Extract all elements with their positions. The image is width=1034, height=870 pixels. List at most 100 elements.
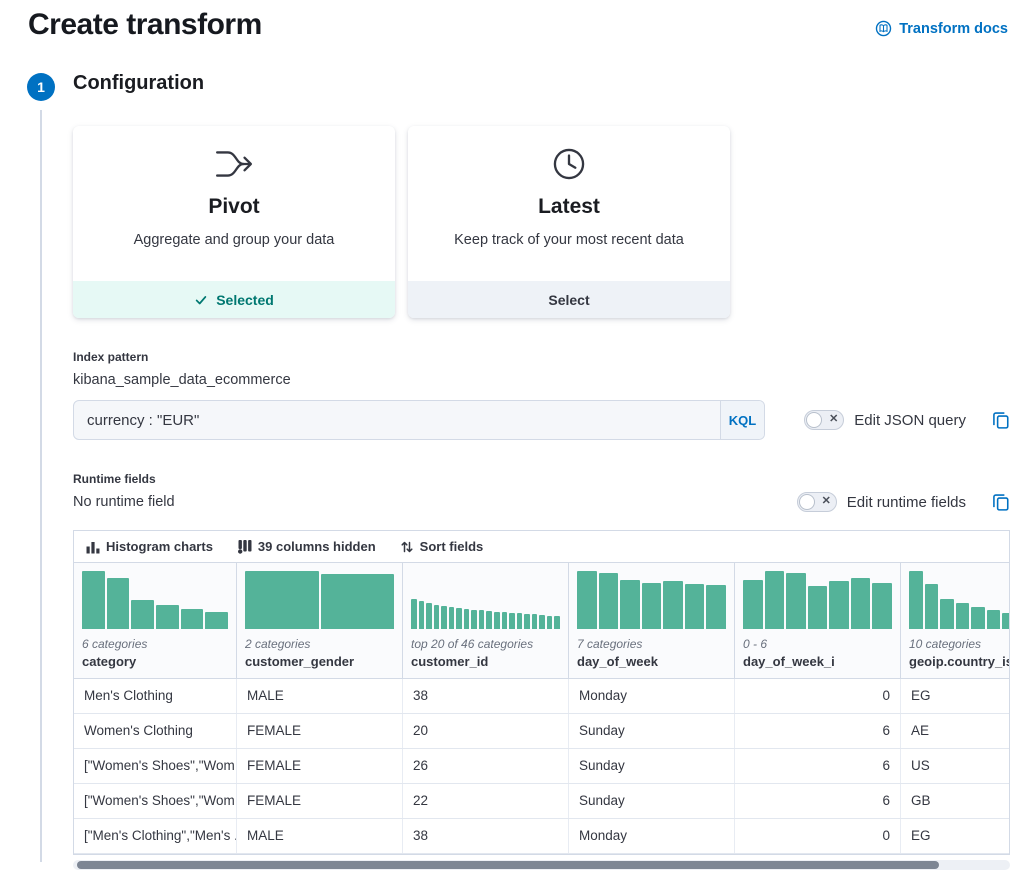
edit-json-query-toggle[interactable]: ✕: [804, 410, 844, 430]
histogram-bar: [706, 585, 726, 629]
documentation-icon: [875, 20, 892, 37]
table-cell[interactable]: ["Men's Clothing","Men's ...: [74, 819, 237, 853]
copy-icon[interactable]: [992, 493, 1010, 511]
clock-icon: [551, 146, 587, 187]
histogram-bar: [599, 573, 619, 629]
histogram-bar: [539, 615, 545, 629]
grid-header: 6 categoriescategory2 categoriescustomer…: [74, 563, 1010, 679]
histogram-bar: [441, 606, 447, 629]
column-caption: 2 categories: [245, 637, 394, 651]
column-caption: 6 categories: [82, 637, 228, 651]
columns-hidden-button[interactable]: 39 columns hidden: [237, 539, 376, 554]
column-name: day_of_week: [577, 654, 726, 669]
histogram-bar: [547, 616, 553, 629]
table-cell[interactable]: EG: [901, 679, 1010, 713]
histogram-bar: [532, 614, 538, 629]
histogram-bar: [685, 584, 705, 629]
pivot-card[interactable]: Pivot Aggregate and group your data Sele…: [73, 126, 395, 318]
histogram-bar: [517, 613, 523, 629]
data-grid-toolbar: Histogram charts 39 columns hidden: [74, 531, 1009, 563]
histogram-bar: [577, 571, 597, 629]
kql-search-input[interactable]: currency : "EUR" KQL: [73, 400, 765, 440]
table-cell[interactable]: AE: [901, 714, 1010, 748]
histogram-bar: [940, 599, 954, 629]
sort-fields-button[interactable]: Sort fields: [400, 539, 484, 554]
histogram-bar: [456, 608, 462, 629]
histogram-bar: [245, 571, 319, 629]
columns-hidden-label: 39 columns hidden: [258, 539, 376, 554]
sort-icon: [400, 540, 414, 554]
histogram-bar: [181, 609, 204, 629]
table-cell[interactable]: 0: [735, 679, 901, 713]
query-text: currency : "EUR": [74, 401, 720, 439]
column-caption: 10 categories: [909, 637, 1010, 651]
table-cell[interactable]: 6: [735, 784, 901, 818]
scrollbar-thumb[interactable]: [77, 861, 939, 869]
histogram-bar: [765, 571, 785, 629]
configuration-step-content: Pivot Aggregate and group your data Sele…: [73, 126, 1010, 870]
step-connector-line: [40, 110, 42, 862]
table-cell[interactable]: 6: [735, 714, 901, 748]
grid-body: Men's ClothingMALE38Monday0EGWomen's Clo…: [74, 679, 1010, 854]
histogram-bar: [464, 609, 470, 629]
column-caption: 0 - 6: [743, 637, 892, 651]
table-cell[interactable]: 20: [403, 714, 569, 748]
pivot-card-body: Pivot Aggregate and group your data: [73, 126, 395, 281]
kql-language-button[interactable]: KQL: [720, 401, 764, 439]
table-cell[interactable]: 38: [403, 819, 569, 853]
histogram-bar: [925, 584, 939, 629]
table-cell[interactable]: FEMALE: [237, 714, 403, 748]
table-cell[interactable]: ["Women's Shoes","Wom...: [74, 784, 237, 818]
table-cell[interactable]: 38: [403, 679, 569, 713]
histogram-bar: [872, 583, 892, 629]
table-cell[interactable]: ["Women's Shoes","Wom...: [74, 749, 237, 783]
table-cell[interactable]: GB: [901, 784, 1010, 818]
table-row: Men's ClothingMALE38Monday0EG: [74, 679, 1010, 714]
table-cell[interactable]: Monday: [569, 819, 735, 853]
table-cell[interactable]: 0: [735, 819, 901, 853]
table-cell[interactable]: MALE: [237, 679, 403, 713]
histogram-bar: [205, 612, 228, 629]
table-cell[interactable]: Sunday: [569, 749, 735, 783]
table-row: ["Men's Clothing","Men's ...MALE38Monday…: [74, 819, 1010, 854]
table-cell[interactable]: US: [901, 749, 1010, 783]
column-header-day_of_week[interactable]: 7 categoriesday_of_week: [569, 563, 735, 678]
histogram-customer_gender: [245, 571, 394, 629]
latest-select-button[interactable]: Select: [408, 281, 730, 318]
table-cell[interactable]: EG: [901, 819, 1010, 853]
table-cell[interactable]: FEMALE: [237, 784, 403, 818]
column-header-day_of_week_i[interactable]: 0 - 6day_of_week_i: [735, 563, 901, 678]
histogram-bar: [987, 610, 1001, 629]
toggle-off-x-icon: ✕: [829, 414, 838, 425]
latest-card-subtitle: Keep track of your most recent data: [454, 232, 684, 248]
column-header-geoip.country_iso_[interactable]: 10 categoriesgeoip.country_iso_: [901, 563, 1010, 678]
table-cell[interactable]: Men's Clothing: [74, 679, 237, 713]
histogram-bar: [786, 573, 806, 629]
table-cell[interactable]: Women's Clothing: [74, 714, 237, 748]
column-header-customer_id[interactable]: top 20 of 46 categoriescustomer_id: [403, 563, 569, 678]
transform-docs-link[interactable]: Transform docs: [875, 20, 1008, 37]
histogram-bar: [321, 574, 395, 629]
table-cell[interactable]: FEMALE: [237, 749, 403, 783]
table-cell[interactable]: Sunday: [569, 784, 735, 818]
edit-runtime-fields-toggle[interactable]: ✕: [797, 492, 837, 512]
column-header-category[interactable]: 6 categoriescategory: [74, 563, 237, 678]
table-cell[interactable]: Monday: [569, 679, 735, 713]
table-cell[interactable]: 6: [735, 749, 901, 783]
histogram-charts-button[interactable]: Histogram charts: [86, 539, 213, 554]
table-cell[interactable]: MALE: [237, 819, 403, 853]
pivot-card-title: Pivot: [208, 195, 259, 219]
histogram-bar: [479, 610, 485, 629]
histogram-category: [82, 571, 228, 629]
latest-card[interactable]: Latest Keep track of your most recent da…: [408, 126, 730, 318]
toggle-thumb: [799, 494, 815, 510]
histogram-bar: [971, 607, 985, 629]
table-cell[interactable]: Sunday: [569, 714, 735, 748]
table-cell[interactable]: 22: [403, 784, 569, 818]
copy-icon[interactable]: [992, 411, 1010, 429]
pivot-selected-footer[interactable]: Selected: [73, 281, 395, 318]
table-cell[interactable]: 26: [403, 749, 569, 783]
table-row: Women's ClothingFEMALE20Sunday6AE: [74, 714, 1010, 749]
column-header-customer_gender[interactable]: 2 categoriescustomer_gender: [237, 563, 403, 678]
histogram-bar: [808, 586, 828, 629]
